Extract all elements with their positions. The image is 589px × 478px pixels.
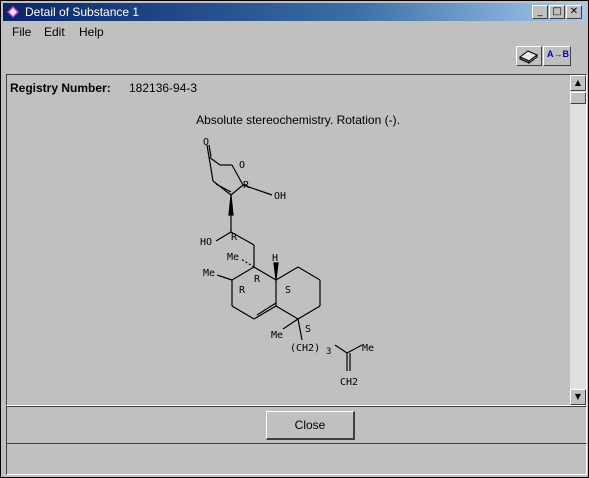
stereo-descriptor: R [254,274,261,285]
close-window-button[interactable]: ✕ [566,5,582,19]
registry-number-value: 182136-94-3 [129,81,198,95]
window-title: Detail of Substance 1 [25,5,140,19]
stereochemistry-note: Absolute stereochemistry. Rotation (-). [196,113,400,127]
status-bar [6,443,587,475]
atom-label: Me [362,343,374,354]
stereo-descriptor: R [231,232,238,243]
chemical-structure-diagram: O O OH R HO R H Me Me R R S S Me (CH2) 3… [200,137,374,388]
scroll-up-button[interactable]: ▲ [570,75,586,91]
scroll-down-button[interactable]: ▼ [570,389,586,405]
title-bar[interactable]: Detail of Substance 1 _ □ ✕ [3,3,586,21]
vertical-scrollbar[interactable]: ▲ ▼ [570,75,586,405]
menu-edit[interactable]: Edit [44,25,65,39]
stereo-descriptor: S [305,324,311,335]
maximize-button[interactable]: □ [549,5,565,19]
button-panel: Close [6,406,587,444]
atom-label: H [272,253,278,264]
eraser-toolbar-button[interactable] [516,46,542,66]
menu-help[interactable]: Help [79,25,104,39]
atom-label: Me [227,252,239,263]
structure-atom-labels: O O OH R HO R H Me Me R R S S Me (CH2) 3… [200,137,374,388]
atom-label: O [203,137,209,148]
atom-label: HO [200,237,212,248]
reaction-toolbar-button[interactable]: A→B [543,46,571,66]
app-icon [7,6,19,18]
substance-detail-window: Detail of Substance 1 _ □ ✕ File Edit He… [0,0,589,478]
atom-label: O [239,160,245,171]
eraser-icon [519,50,538,64]
atom-label: CH2 [340,377,358,388]
reaction-icon: A→B [547,49,569,59]
registry-number-label: Registry Number: [10,81,111,95]
atom-label: Me [203,268,215,279]
atom-label: OH [274,191,286,202]
atom-label: Me [271,330,283,341]
substance-content-pane: Registry Number: 182136-94-3 Absolute st… [6,74,587,406]
stereo-descriptor: R [239,285,246,296]
atom-label: (CH2) [290,343,320,354]
close-button[interactable]: Close [266,411,355,440]
menu-bar: File Edit Help [3,22,586,42]
stereo-descriptor: R [243,180,250,191]
subscript-label: 3 [326,347,331,357]
minimize-button[interactable]: _ [532,5,548,19]
menu-file[interactable]: File [12,25,31,39]
stereo-descriptor: S [285,285,291,296]
scroll-thumb[interactable] [570,92,586,104]
